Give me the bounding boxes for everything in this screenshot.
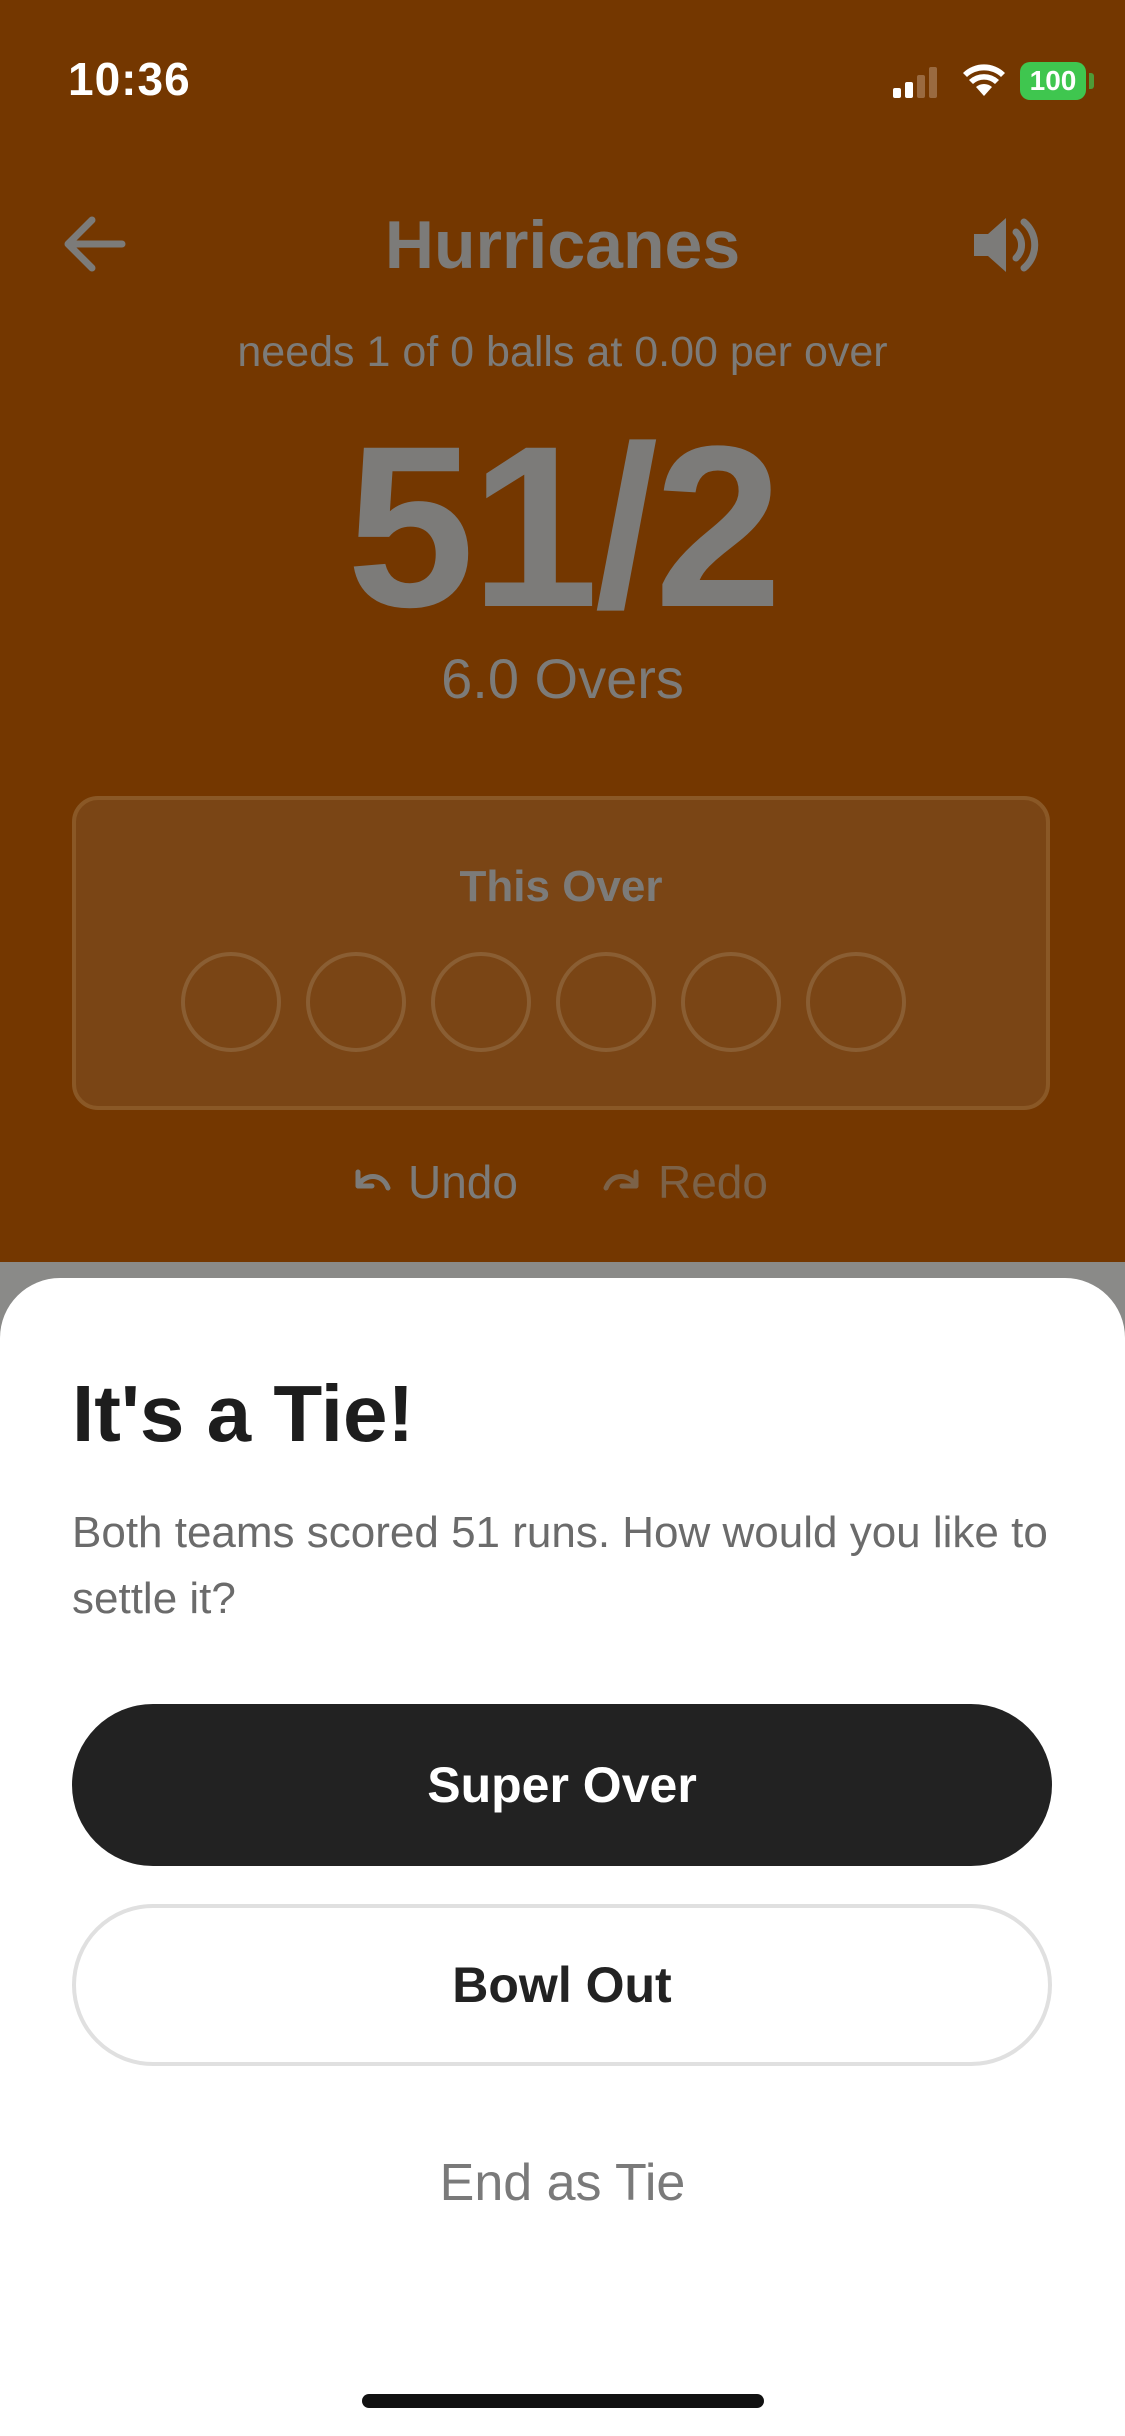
battery-indicator: 100 <box>1020 62 1086 100</box>
cellular-signal-icon <box>893 67 937 98</box>
ball-slot <box>306 952 406 1052</box>
redo-icon <box>603 1169 639 1191</box>
ball-slot <box>556 952 656 1052</box>
sheet-title: It's a Tie! <box>72 1369 415 1458</box>
undo-icon <box>355 1169 391 1191</box>
status-time: 10:36 <box>68 53 191 105</box>
ball-slots <box>181 952 906 1052</box>
bowl-out-button[interactable]: Bowl Out <box>72 1904 1052 2066</box>
this-over-card: This Over <box>72 796 1050 1110</box>
battery-tip <box>1089 73 1094 89</box>
target-requirement: needs 1 of 0 balls at 0.00 per over <box>237 328 888 376</box>
team-name: Hurricanes <box>384 207 741 283</box>
wifi-icon <box>963 64 1005 96</box>
undo-label: Undo <box>408 1156 518 1208</box>
redo-button[interactable]: Redo <box>600 1155 768 1209</box>
end-as-tie-button[interactable]: End as Tie <box>0 2153 1125 2213</box>
speaker-icon[interactable] <box>970 210 1040 280</box>
super-over-button[interactable]: Super Over <box>72 1704 1052 1866</box>
score: 51/2 <box>346 398 783 655</box>
tie-bottom-sheet: It's a Tie! Both teams scored 51 runs. H… <box>0 1278 1125 2436</box>
this-over-title: This Over <box>459 862 663 911</box>
status-bar: 10:36 100 <box>0 0 1125 150</box>
home-indicator[interactable] <box>362 2394 764 2408</box>
sheet-message: Both teams scored 51 runs. How would you… <box>72 1508 1048 1623</box>
ball-slot <box>431 952 531 1052</box>
ball-slot <box>681 952 781 1052</box>
ball-slot <box>806 952 906 1052</box>
ball-slot <box>181 952 281 1052</box>
undo-button[interactable]: Undo <box>350 1155 518 1209</box>
history-controls: Undo Redo <box>0 1155 1125 1215</box>
overs-count: 6.0 Overs <box>441 647 684 710</box>
redo-label: Redo <box>658 1156 768 1208</box>
